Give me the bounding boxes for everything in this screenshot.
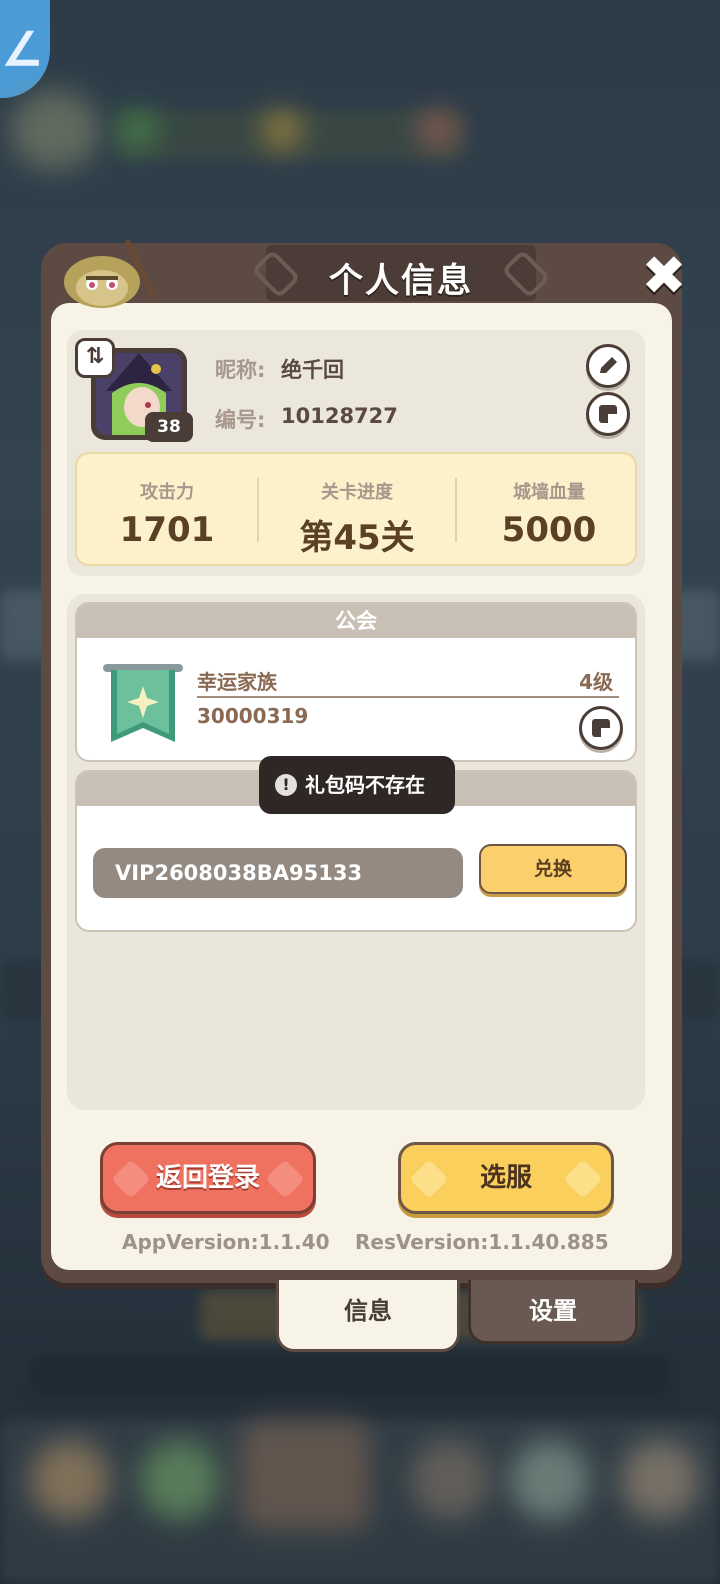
- copy-icon: [592, 719, 610, 737]
- redeem-button[interactable]: 兑换: [479, 844, 627, 894]
- bg-nav-icon-blur: [410, 1440, 490, 1520]
- stat-value: 5000: [501, 510, 597, 550]
- player-id-value: 10128727: [281, 404, 398, 428]
- bg-avatar-blur: [10, 90, 100, 170]
- app-version: AppVersion:1.1.40: [122, 1230, 330, 1254]
- stat-wall-hp: 城墙血量 5000: [459, 454, 639, 550]
- nickname-label: 昵称:: [215, 358, 266, 382]
- button-ornament: [265, 1159, 305, 1199]
- panel-title: 个人信息: [329, 261, 473, 301]
- copy-id-button[interactable]: [586, 392, 630, 436]
- stat-label: 攻击力: [140, 482, 194, 503]
- button-ornament: [409, 1159, 449, 1199]
- select-server-button[interactable]: 选服: [398, 1142, 614, 1214]
- stat-value: 1701: [119, 510, 215, 550]
- tab-settings[interactable]: 设置: [468, 1280, 638, 1344]
- return-login-button[interactable]: 返回登录: [100, 1142, 316, 1214]
- button-ornament: [111, 1159, 151, 1199]
- profile-card: ⇅ 38 昵称: 绝千回 编号: 10128727 攻击力 1701 关卡进度 …: [67, 330, 645, 576]
- toast-text: 礼包码不存在: [305, 773, 425, 797]
- stat-stage-progress: 关卡进度 第45关: [267, 454, 447, 559]
- bg-icon-blur: [262, 110, 302, 150]
- bg-nav-icon-blur: [140, 1440, 220, 1520]
- divider: [197, 696, 619, 698]
- stat-divider: [455, 478, 457, 542]
- title-plate: 个人信息: [251, 245, 551, 301]
- close-icon: ✖: [641, 244, 687, 307]
- stat-label: 城墙血量: [513, 482, 585, 503]
- hedgehog-mascot-icon: [64, 239, 154, 308]
- tab-info[interactable]: 信息: [276, 1280, 460, 1352]
- player-id-label: 编号:: [215, 408, 266, 432]
- bg-icon-blur: [418, 110, 458, 150]
- swap-icon: ⇅: [85, 344, 105, 369]
- guild-name: 幸运家族: [197, 670, 277, 694]
- app-logo: ∠: [0, 0, 50, 98]
- guild-banner-icon: [103, 664, 183, 742]
- player-level-badge: 38: [145, 412, 193, 442]
- guild-card: 公会 幸运家族 4级 30000319: [75, 602, 637, 762]
- bg-chat-blur: [30, 1355, 670, 1395]
- bg-nav-icon-blur: [30, 1440, 110, 1520]
- bg-nav-icon-blur: [620, 1440, 700, 1520]
- guild-header: 公会: [77, 604, 635, 638]
- copy-icon: [599, 405, 617, 423]
- res-version: ResVersion:1.1.40.885: [355, 1230, 609, 1254]
- bg-nav-icon-blur: [510, 1440, 590, 1520]
- select-server-label: 选服: [479, 1163, 532, 1193]
- return-login-label: 返回登录: [155, 1163, 260, 1193]
- stat-attack: 攻击力 1701: [77, 454, 257, 550]
- swap-avatar-button[interactable]: ⇅: [75, 338, 115, 378]
- player-stats: 攻击力 1701 关卡进度 第45关 城墙血量 5000: [75, 452, 637, 566]
- close-button[interactable]: ✖: [637, 249, 691, 305]
- guild-gift-area: 公会 幸运家族 4级 30000319 VIP2608038BA95133 兑换: [67, 594, 645, 1110]
- stat-label: 关卡进度: [321, 482, 393, 503]
- stat-divider: [257, 478, 259, 542]
- toast-message: ! 礼包码不存在: [259, 756, 455, 814]
- bg-icon-blur: [118, 110, 158, 150]
- alert-icon: !: [275, 774, 297, 796]
- stat-value: 第45关: [299, 518, 415, 558]
- button-ornament: [563, 1159, 603, 1199]
- edit-nickname-button[interactable]: [586, 344, 630, 388]
- guild-level: 4级: [579, 670, 613, 694]
- pencil-icon: [600, 357, 617, 373]
- nickname-value: 绝千回: [281, 358, 344, 382]
- gift-code-input[interactable]: VIP2608038BA95133: [93, 848, 463, 898]
- copy-guild-id-button[interactable]: [579, 706, 623, 750]
- guild-id: 30000319: [197, 704, 309, 728]
- bg-nav-icon-blur: [240, 1420, 370, 1530]
